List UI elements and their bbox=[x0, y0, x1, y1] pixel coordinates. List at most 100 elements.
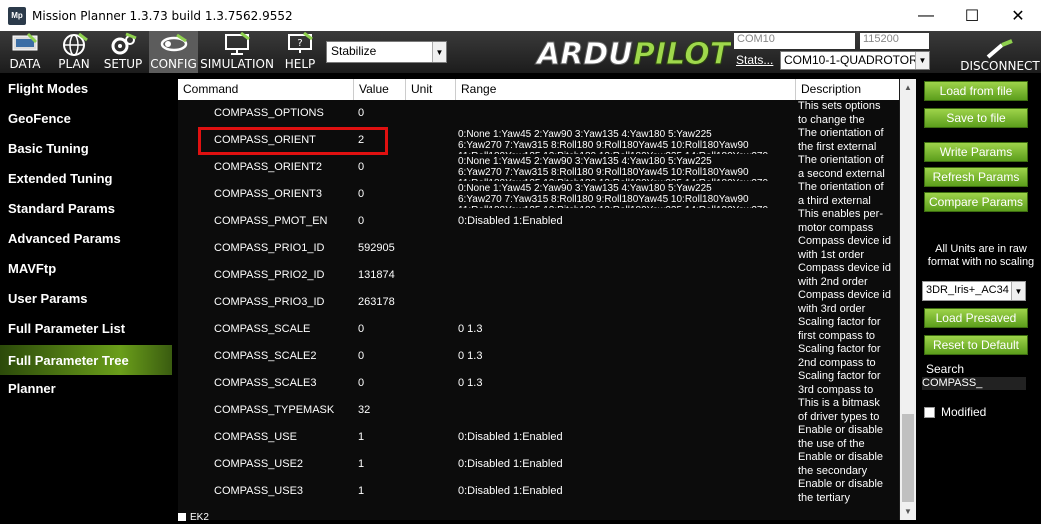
connection-select[interactable]: COM10-1-QUADROTOR ▼ bbox=[780, 51, 930, 70]
menu-setup-button[interactable]: SETUP bbox=[101, 31, 145, 73]
table-scrollbar[interactable]: ▲ ▼ bbox=[900, 79, 916, 520]
param-value-cell[interactable]: 0 bbox=[358, 100, 406, 127]
menu-help-button[interactable]: ? HELP bbox=[278, 31, 322, 73]
description-line: the use of the bbox=[798, 437, 865, 450]
description-line: with 1st order bbox=[798, 248, 865, 261]
flight-mode-select[interactable]: Stabilize ▼ bbox=[326, 41, 447, 63]
disconnect-button[interactable]: DISCONNECT bbox=[960, 36, 1040, 73]
tree-node-ek2[interactable]: EK2 bbox=[178, 510, 328, 524]
table-row[interactable]: COMPASS_PMOT_EN 0 0:Disabled 1:Enabled This… bbox=[178, 208, 899, 235]
column-header-range[interactable]: Range bbox=[456, 79, 796, 100]
sidebar-item-extended-tuning[interactable]: Extended Tuning bbox=[0, 163, 172, 193]
param-value-cell[interactable]: 263178 bbox=[358, 289, 406, 316]
range-line: 0:Disabled 1:Enabled bbox=[458, 485, 563, 497]
expand-icon[interactable] bbox=[178, 513, 186, 521]
write-params-button[interactable]: Write Params bbox=[924, 142, 1028, 162]
menu-data-button[interactable]: DATA bbox=[4, 31, 46, 73]
save-to-file-button[interactable]: Save to file bbox=[924, 108, 1028, 128]
table-row[interactable]: COMPASS_OPTIONS 0 This sets options to chan… bbox=[178, 100, 899, 127]
load-presaved-button[interactable]: Load Presaved bbox=[924, 308, 1028, 328]
column-header-command[interactable]: Command bbox=[178, 79, 354, 100]
table-row[interactable]: COMPASS_USE3 1 0:Disabled 1:Enabled Enable … bbox=[178, 478, 899, 505]
param-value-cell[interactable]: 0 bbox=[358, 316, 406, 343]
modified-checkbox[interactable] bbox=[924, 406, 935, 418]
sidebar-item-geofence[interactable]: GeoFence bbox=[0, 103, 172, 133]
param-value-cell[interactable]: 131874 bbox=[358, 262, 406, 289]
param-value-cell[interactable]: 1 bbox=[358, 424, 406, 451]
reset-to-default-button[interactable]: Reset to Default bbox=[924, 335, 1028, 355]
sidebar-item-full-parameter-tree[interactable]: Full Parameter Tree bbox=[0, 345, 172, 375]
frame-preset-select[interactable]: 3DR_Iris+_AC34 ▼ bbox=[922, 281, 1026, 301]
maximize-button[interactable]: ☐ bbox=[949, 0, 995, 31]
description-line: 3rd compass to bbox=[798, 383, 874, 396]
param-unit-cell bbox=[411, 262, 456, 289]
ardupilot-logo: ARDU PILOT bbox=[535, 37, 732, 73]
baud-rate-select[interactable]: 115200 bbox=[860, 33, 929, 49]
table-row[interactable]: COMPASS_ORIENT2 0 0:None 1:Yaw45 2:Yaw90 3… bbox=[178, 154, 899, 181]
description-line: Scaling factor for bbox=[798, 370, 881, 382]
table-row[interactable]: COMPASS_PRIO2_ID 131874 Compass device id w… bbox=[178, 262, 899, 289]
table-row[interactable]: COMPASS_SCALE2 0 0 1.3 Scaling factor for 2n… bbox=[178, 343, 899, 370]
param-description-cell: Compass device idwith 1st orderpriority,… bbox=[798, 235, 894, 262]
window-controls: — ☐ ✕ bbox=[903, 0, 1041, 31]
param-value-cell[interactable]: 1 bbox=[358, 478, 406, 505]
description-line: the first external bbox=[798, 140, 877, 153]
param-name-cell: COMPASS_SCALE3 bbox=[214, 377, 317, 389]
range-line: 6:Yaw270 7:Yaw315 8:Roll180 9:Roll180Yaw… bbox=[458, 194, 749, 205]
close-button[interactable]: ✕ bbox=[995, 0, 1041, 31]
menu-simulation-button[interactable]: SIMULATION bbox=[200, 31, 274, 73]
description-line: Scaling factor for bbox=[798, 316, 881, 328]
sidebar-item-basic-tuning[interactable]: Basic Tuning bbox=[0, 133, 172, 163]
description-line: 2nd compass to bbox=[798, 356, 876, 369]
param-value-cell[interactable]: 592905 bbox=[358, 235, 406, 262]
table-row[interactable]: COMPASS_PRIO3_ID 263178 Compass device id w… bbox=[178, 289, 899, 316]
stats-link[interactable]: Stats... bbox=[736, 53, 773, 67]
param-range-cell: 0 1.3 bbox=[458, 316, 798, 343]
refresh-params-button[interactable]: Refresh Params bbox=[924, 167, 1028, 187]
param-value-cell[interactable]: 0 bbox=[358, 370, 406, 397]
load-from-file-button[interactable]: Load from file bbox=[924, 81, 1028, 101]
param-value-cell[interactable]: 0 bbox=[358, 208, 406, 235]
units-note: All Units are in raw format with no scal… bbox=[927, 243, 1035, 268]
param-value-cell[interactable]: 1 bbox=[358, 451, 406, 478]
table-row[interactable]: COMPASS_PRIO1_ID 592905 Compass device id w… bbox=[178, 235, 899, 262]
compare-params-button[interactable]: Compare Params bbox=[924, 192, 1028, 212]
column-header-description[interactable]: Description bbox=[796, 79, 899, 100]
column-header-value[interactable]: Value bbox=[354, 79, 406, 100]
description-line: Enable or disable bbox=[798, 451, 884, 463]
param-value-cell[interactable]: 0 bbox=[358, 343, 406, 370]
scroll-down-icon[interactable]: ▼ bbox=[900, 503, 916, 520]
menu-plan-button[interactable]: PLAN bbox=[52, 31, 96, 73]
menu-config-button[interactable]: CONFIG bbox=[149, 31, 198, 73]
param-value-cell[interactable]: 32 bbox=[358, 397, 406, 424]
sidebar-item-standard-params[interactable]: Standard Params bbox=[0, 193, 172, 223]
param-value-cell[interactable]: 0 bbox=[358, 181, 406, 208]
svg-text:?: ? bbox=[297, 38, 302, 49]
sidebar-item-mavftp[interactable]: MAVFtp bbox=[0, 253, 172, 283]
scrollbar-thumb[interactable] bbox=[902, 414, 914, 502]
table-row[interactable]: COMPASS_USE2 1 0:Disabled 1:Enabled Enable … bbox=[178, 451, 899, 478]
table-row[interactable]: COMPASS_USE 1 0:Disabled 1:Enabled Enable o… bbox=[178, 424, 899, 451]
sidebar-item-advanced-params[interactable]: Advanced Params bbox=[0, 223, 172, 253]
table-row[interactable]: COMPASS_SCALE3 0 0 1.3 Scaling factor for 3r… bbox=[178, 370, 899, 397]
sidebar-item-planner[interactable]: Planner bbox=[0, 373, 172, 403]
modified-checkbox-row[interactable]: Modified bbox=[924, 405, 986, 419]
table-row[interactable]: COMPASS_TYPEMASK 32 This is a bitmask of dr… bbox=[178, 397, 899, 424]
table-row[interactable]: COMPASS_ORIENT3 0 0:None 1:Yaw45 2:Yaw90 3… bbox=[178, 181, 899, 208]
description-line: a second external bbox=[798, 167, 885, 180]
sidebar-item-flight-modes[interactable]: Flight Modes bbox=[0, 73, 172, 103]
scroll-up-icon[interactable]: ▲ bbox=[900, 79, 916, 96]
param-unit-cell bbox=[411, 343, 456, 370]
param-name-cell: COMPASS_PRIO2_ID bbox=[214, 269, 325, 281]
minimize-button[interactable]: — bbox=[903, 0, 949, 31]
column-header-unit[interactable]: Unit bbox=[406, 79, 456, 100]
table-row[interactable]: COMPASS_SCALE 0 0 1.3 Scaling factor for fir… bbox=[178, 316, 899, 343]
com-port-select[interactable]: COM10 bbox=[734, 33, 855, 49]
sidebar-item-full-parameter-list[interactable]: Full Parameter List bbox=[0, 313, 172, 343]
search-input[interactable]: COMPASS_ bbox=[922, 377, 1026, 390]
globe-icon bbox=[63, 32, 88, 56]
monitor-icon bbox=[225, 32, 250, 55]
right-panel: Load from file Save to file Write Params… bbox=[918, 73, 1041, 524]
sidebar-item-user-params[interactable]: User Params bbox=[0, 283, 172, 313]
param-value-cell[interactable]: 0 bbox=[358, 154, 406, 181]
